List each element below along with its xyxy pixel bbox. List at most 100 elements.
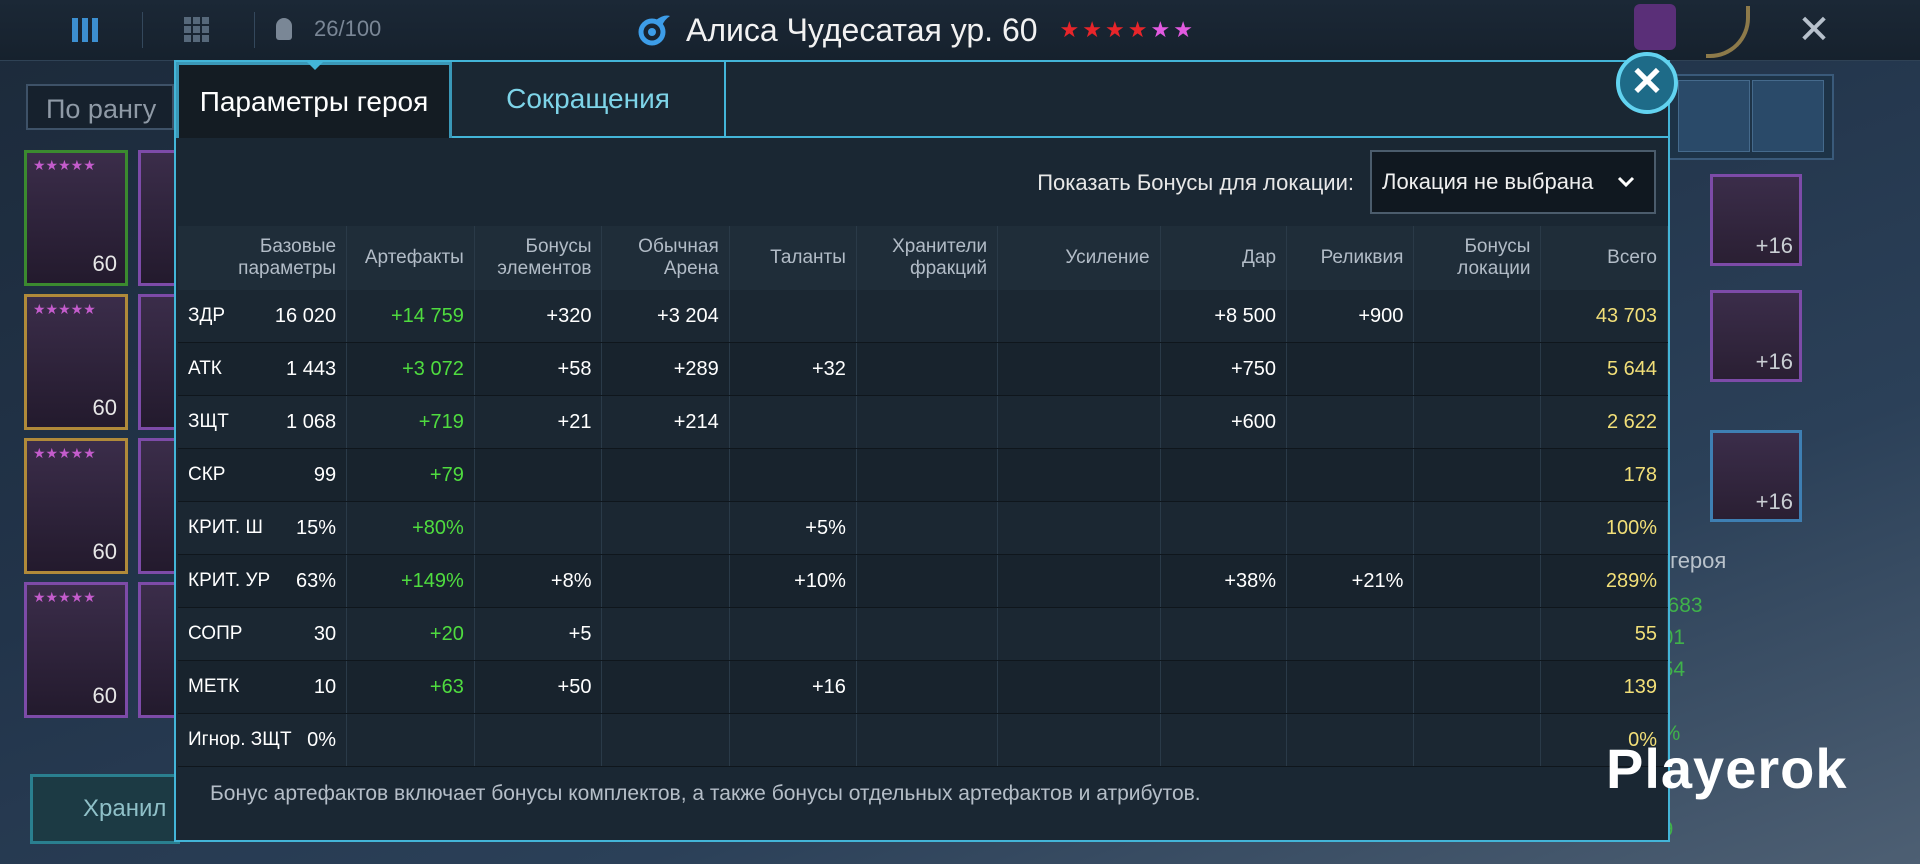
gears-icon[interactable] xyxy=(1752,80,1824,152)
arena-cell xyxy=(601,607,730,661)
talents-cell xyxy=(729,290,857,343)
table-row: СОПР 30 +20 +5 55 xyxy=(178,607,1668,661)
stat-value: 15% xyxy=(296,516,337,539)
location-cell xyxy=(1413,501,1542,555)
column-header: Обычная Арена xyxy=(601,226,730,290)
close-icon: ✕ xyxy=(1630,60,1664,104)
artifact-card[interactable]: +16 xyxy=(1710,290,1802,382)
hero-card[interactable] xyxy=(138,438,178,574)
star-icon: ★ xyxy=(1173,17,1193,42)
vault-button[interactable]: Хранил xyxy=(30,774,180,844)
stat-value: 1 068 xyxy=(286,410,337,433)
column-header: Бонусы локации xyxy=(1413,226,1542,290)
relic-cell xyxy=(1286,448,1415,502)
location-label: Показать Бонусы для локации: xyxy=(1037,170,1354,195)
location-cell xyxy=(1413,660,1542,714)
boost-cell xyxy=(997,501,1161,555)
hero-level: 60 xyxy=(92,683,117,708)
star-icon: ★ xyxy=(1059,17,1080,42)
artifacts-cell: +3 072 xyxy=(346,342,475,396)
sort-dropdown[interactable]: По рангу xyxy=(26,84,174,130)
card-stars: ★★★★★ xyxy=(33,589,96,605)
total-cell: 178 xyxy=(1540,448,1668,502)
hero-card[interactable] xyxy=(138,150,178,286)
hero-card[interactable] xyxy=(138,294,178,430)
boost-cell xyxy=(997,290,1161,343)
top-bar: 26/100 Алиса Чудесатая ур. 60 ★ ★ ★ ★ ★ ★ ✕ xyxy=(0,0,1920,61)
close-button[interactable]: ✕ xyxy=(1616,52,1678,114)
hero-card[interactable]: ★★★★★ 60 xyxy=(24,150,128,286)
keepers-cell xyxy=(856,607,999,661)
hero-name: Алиса Чудесатая ур. 60 xyxy=(686,11,1038,48)
stat-value: 16 020 xyxy=(274,304,337,327)
tab-divider xyxy=(726,136,1668,138)
keepers-cell xyxy=(856,554,999,608)
hero-card[interactable] xyxy=(138,582,178,718)
column-header: Дар xyxy=(1160,226,1288,290)
stat-name: ЗДР xyxy=(188,305,226,326)
gift-cell xyxy=(1160,501,1288,555)
location-cell xyxy=(1413,554,1542,608)
artifacts-cell: +80% xyxy=(346,501,475,555)
boost-cell xyxy=(997,554,1161,608)
column-header: Усиление xyxy=(997,226,1161,290)
hero-card[interactable]: ★★★★★ 60 xyxy=(24,582,128,718)
keepers-cell xyxy=(856,448,999,502)
magic-affinity-icon xyxy=(638,15,670,46)
stats-table: Базовые параметры Артефакты Бонусы элемент… xyxy=(178,226,1668,767)
location-cell xyxy=(1413,713,1542,767)
stat-name: СОПР xyxy=(188,623,243,644)
card-stars: ★★★★★ xyxy=(33,445,96,461)
grid-icon[interactable] xyxy=(180,14,214,46)
column-header: Таланты xyxy=(729,226,857,290)
hero-rank-stars: ★ ★ ★ ★ ★ ★ xyxy=(1060,17,1193,43)
hero-level: 60 xyxy=(92,395,117,420)
chevron-down-icon xyxy=(1616,152,1636,235)
keepers-cell xyxy=(856,501,999,555)
stat-name: МЕТК xyxy=(188,676,240,697)
hero-card[interactable]: ★★★★★ 60 xyxy=(24,294,128,430)
star-icon: ★ xyxy=(1150,17,1171,42)
stat-value: 10 xyxy=(313,675,337,698)
relic-cell xyxy=(1286,342,1415,396)
table-row: ЗДР 16 020 +14 759 +320 +3 204 +8 500 +900 43 7… xyxy=(178,290,1668,343)
arena-cell xyxy=(601,554,730,608)
location-cell xyxy=(1413,342,1542,396)
artifacts-cell: +149% xyxy=(346,554,475,608)
watermark-logo: Playerok xyxy=(1606,737,1848,800)
champion-helmet-icon[interactable] xyxy=(1634,4,1676,50)
stat-base-cell: ЗДР 16 020 xyxy=(178,290,348,343)
boost-cell xyxy=(997,607,1161,661)
column-header: Бонусы элементов xyxy=(474,226,603,290)
hero-level: 60 xyxy=(92,251,117,276)
boost-cell xyxy=(997,448,1161,502)
close-icon[interactable]: ✕ xyxy=(1794,10,1834,50)
bow-icon xyxy=(1706,6,1750,58)
stat-value: 0% xyxy=(307,728,337,751)
hero-stats-modal: Параметры героя Сокращения Показать Бону… xyxy=(174,60,1670,842)
artifact-card[interactable]: +16 xyxy=(1710,174,1802,266)
stat-base-cell: МЕТК 10 xyxy=(178,660,348,714)
tab-abbreviations[interactable]: Сокращения xyxy=(452,62,726,138)
column-header: Всего xyxy=(1540,226,1668,290)
stat-value: 63% xyxy=(296,569,337,592)
arena-cell xyxy=(601,448,730,502)
arena-cell: +289 xyxy=(601,342,730,396)
tab-hero-params[interactable]: Параметры героя xyxy=(176,62,452,138)
arena-cell: +3 204 xyxy=(601,290,730,343)
table-row: КРИТ. Ш 15% +80% +5% 100% xyxy=(178,501,1668,555)
stat-name: ЗЩТ xyxy=(188,411,229,432)
scroll-icon[interactable] xyxy=(1678,80,1750,152)
artifact-card[interactable]: +16 xyxy=(1710,430,1802,522)
talents-cell xyxy=(729,448,857,502)
keepers-cell xyxy=(856,290,999,343)
menu-columns-icon[interactable] xyxy=(68,14,102,46)
card-stars: ★★★★★ xyxy=(33,301,96,317)
relic-cell xyxy=(1286,607,1415,661)
total-cell: 100% xyxy=(1540,501,1668,555)
total-cell: 43 703 xyxy=(1540,290,1668,343)
stat-value: 30 xyxy=(313,622,337,645)
star-icon: ★ xyxy=(1105,17,1125,42)
location-select[interactable]: Локация не выбрана xyxy=(1370,150,1656,214)
hero-card[interactable]: ★★★★★ 60 xyxy=(24,438,128,574)
